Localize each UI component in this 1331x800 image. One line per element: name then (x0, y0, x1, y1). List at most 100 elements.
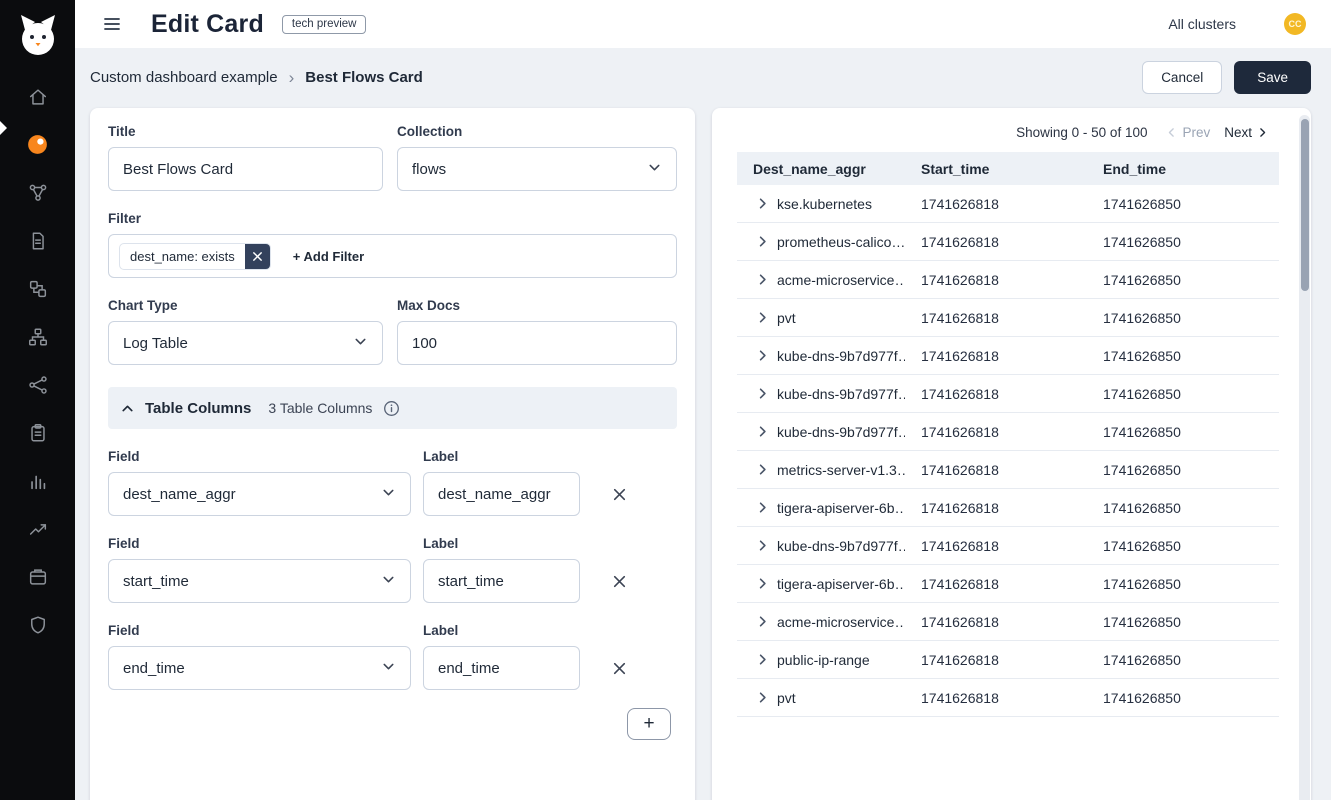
max-docs-input[interactable] (397, 321, 677, 365)
remove-filter-icon[interactable] (245, 243, 270, 270)
expand-row-icon[interactable] (755, 272, 770, 287)
table-row[interactable]: public-ip-range 1741626818 1741626850 (737, 641, 1279, 679)
start-time-cell: 1741626818 (905, 500, 1087, 516)
expand-row-icon[interactable] (755, 234, 770, 249)
table-row[interactable]: tigera-apiserver-6b… 1741626818 17416268… (737, 489, 1279, 527)
dest-name-cell: tigera-apiserver-6b… (777, 576, 905, 592)
cancel-button[interactable]: Cancel (1142, 61, 1222, 94)
start-time-cell: 1741626818 (905, 196, 1087, 212)
security-events-icon (27, 614, 49, 641)
start-time-cell: 1741626818 (905, 424, 1087, 440)
sidebar-item-image-assurance[interactable] (0, 555, 75, 603)
calico-logo[interactable] (14, 11, 62, 61)
info-icon[interactable] (383, 400, 400, 417)
sidebar-item-threat-metrics[interactable] (0, 507, 75, 555)
sidebar-item-dashboards[interactable] (0, 123, 75, 171)
breadcrumb-parent[interactable]: Custom dashboard example (90, 69, 278, 86)
table-row[interactable]: kube-dns-9b7d977f… 1741626818 1741626850 (737, 337, 1279, 375)
table-row[interactable]: tigera-apiserver-6b… 1741626818 17416268… (737, 565, 1279, 603)
start-time-cell: 1741626818 (905, 348, 1087, 364)
dest-name-cell: kube-dns-9b7d977f… (777, 424, 905, 440)
all-clusters-selector[interactable]: All clusters (1168, 16, 1236, 32)
sidebar-item-policies[interactable] (0, 219, 75, 267)
table-columns-section-header[interactable]: Table Columns 3 Table Columns (108, 387, 677, 429)
tech-preview-badge: tech preview (282, 15, 367, 34)
logs-icon (27, 470, 49, 497)
expand-row-icon[interactable] (755, 196, 770, 211)
user-avatar[interactable]: CC (1284, 13, 1306, 35)
save-button[interactable]: Save (1234, 61, 1311, 94)
dest-name-cell: pvt (777, 310, 796, 326)
expand-row-icon[interactable] (755, 652, 770, 667)
dest-name-cell: metrics-server-v1.3… (777, 462, 905, 478)
scrollbar-thumb[interactable] (1301, 119, 1309, 291)
expand-row-icon[interactable] (755, 576, 770, 591)
showing-label: Showing 0 - 50 of 100 (1016, 125, 1147, 140)
table-body: kse.kubernetes 1741626818 1741626850 pro… (737, 185, 1279, 717)
start-time-cell: 1741626818 (905, 652, 1087, 668)
title-input[interactable] (108, 147, 383, 191)
column-field-select[interactable]: dest_name_aggr (108, 472, 411, 516)
expand-row-icon[interactable] (755, 462, 770, 477)
nodes-icon (27, 278, 49, 305)
sidebar-item-workloads[interactable] (0, 315, 75, 363)
prev-page-button[interactable]: Prev (1165, 125, 1210, 140)
menu-icon[interactable] (102, 14, 122, 34)
prev-label: Prev (1182, 125, 1210, 140)
add-column-button[interactable]: + (627, 708, 671, 740)
sidebar-item-service-graph[interactable] (0, 171, 75, 219)
sidebar-item-compliance[interactable] (0, 411, 75, 459)
expand-row-icon[interactable] (755, 386, 770, 401)
remove-column-icon[interactable] (611, 573, 628, 590)
expand-row-icon[interactable] (755, 614, 770, 629)
table-row[interactable]: pvt 1741626818 1741626850 (737, 299, 1279, 337)
dest-name-cell: pvt (777, 690, 796, 706)
end-time-cell: 1741626850 (1087, 196, 1279, 212)
table-row[interactable]: acme-microservice… 1741626818 1741626850 (737, 261, 1279, 299)
start-time-cell: 1741626818 (905, 576, 1087, 592)
sidebar-item-security-events[interactable] (0, 603, 75, 651)
expand-row-icon[interactable] (755, 690, 770, 705)
sidebar-item-logs[interactable] (0, 459, 75, 507)
table-row[interactable]: prometheus-calico… 1741626818 1741626850 (737, 223, 1279, 261)
add-filter-button[interactable]: + Add Filter (293, 249, 364, 264)
expand-row-icon[interactable] (755, 500, 770, 515)
workloads-icon (27, 326, 49, 353)
chevron-down-icon (647, 160, 662, 179)
scrollbar-track[interactable] (1299, 115, 1310, 800)
next-page-button[interactable]: Next (1224, 125, 1269, 140)
table-row[interactable]: metrics-server-v1.3… 1741626818 17416268… (737, 451, 1279, 489)
remove-column-icon[interactable] (611, 660, 628, 677)
expand-row-icon[interactable] (755, 310, 770, 325)
column-field-select[interactable]: end_time (108, 646, 411, 690)
table-row[interactable]: pvt 1741626818 1741626850 (737, 679, 1279, 717)
table-row[interactable]: kube-dns-9b7d977f… 1741626818 1741626850 (737, 413, 1279, 451)
sidebar-item-network-sets[interactable] (0, 363, 75, 411)
end-time-cell: 1741626850 (1087, 538, 1279, 554)
filter-chip: dest_name: exists (119, 243, 271, 270)
remove-column-icon[interactable] (611, 486, 628, 503)
column-field-value: dest_name_aggr (123, 486, 236, 503)
column-field-select[interactable]: start_time (108, 559, 411, 603)
label-label: Label (423, 449, 580, 464)
expand-row-icon[interactable] (755, 424, 770, 439)
chart-type-select[interactable]: Log Table (108, 321, 383, 365)
column-label-input[interactable] (423, 646, 580, 690)
expand-row-icon[interactable] (755, 538, 770, 553)
column-label-input[interactable] (423, 559, 580, 603)
collection-select[interactable]: flows (397, 147, 677, 191)
table-row[interactable]: kse.kubernetes 1741626818 1741626850 (737, 185, 1279, 223)
end-time-cell: 1741626850 (1087, 576, 1279, 592)
column-label-input[interactable] (423, 472, 580, 516)
chevron-up-icon[interactable] (120, 401, 135, 416)
card-preview-panel: Showing 0 - 50 of 100 Prev Next Dest_nam… (712, 108, 1311, 800)
table-row[interactable]: kube-dns-9b7d977f… 1741626818 1741626850 (737, 527, 1279, 565)
column-row: Field end_time Label (108, 623, 677, 690)
table-row[interactable]: kube-dns-9b7d977f… 1741626818 1741626850 (737, 375, 1279, 413)
sidebar-item-home[interactable] (0, 75, 75, 123)
sidebar-item-nodes[interactable] (0, 267, 75, 315)
table-row[interactable]: acme-microservice… 1741626818 1741626850 (737, 603, 1279, 641)
expand-row-icon[interactable] (755, 348, 770, 363)
start-time-cell: 1741626818 (905, 272, 1087, 288)
app-header: Edit Card tech preview All clusters CC (75, 0, 1331, 48)
